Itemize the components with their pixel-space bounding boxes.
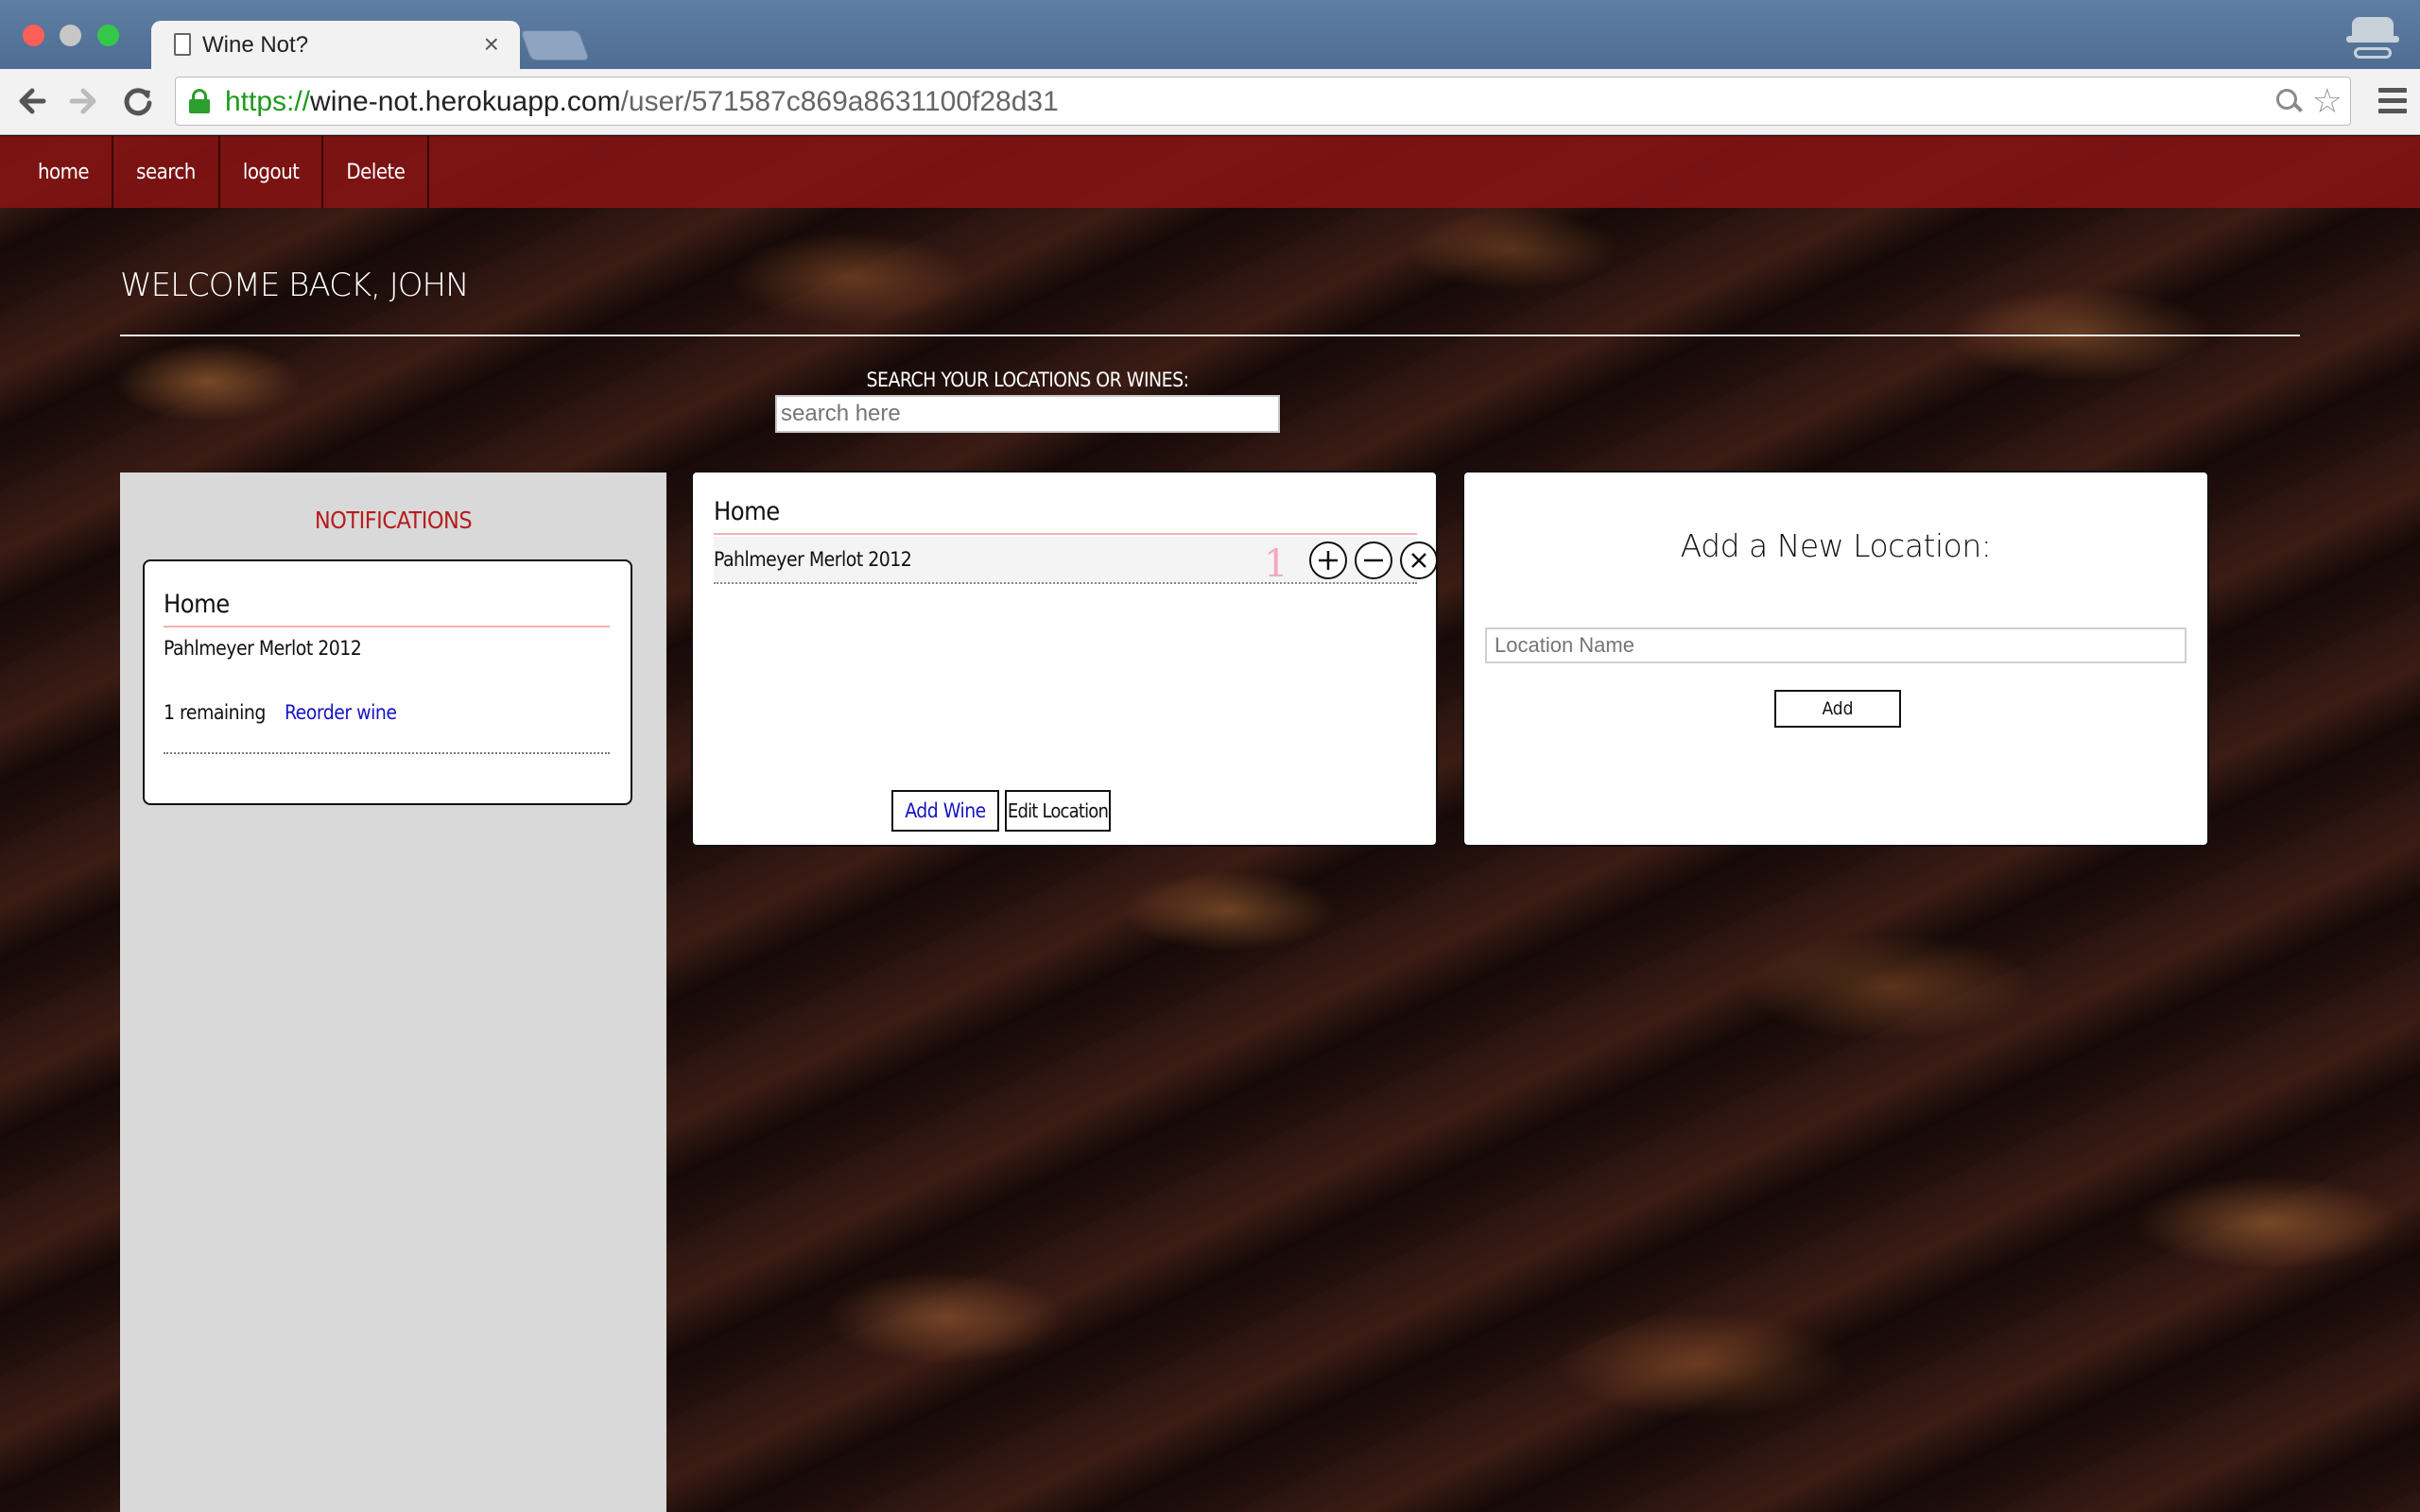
divider (714, 533, 1417, 535)
lock-icon (189, 89, 210, 113)
location-title: Home (714, 497, 780, 526)
new-location-panel: Add a New Location: Add (1462, 471, 2209, 847)
incognito-icon (2346, 17, 2399, 64)
bookmark-star-icon[interactable]: ☆ (2312, 81, 2342, 121)
divider (120, 335, 2300, 336)
document-icon (174, 33, 191, 56)
minus-icon (1364, 558, 1383, 562)
location-panel: Home Pahlmeyer Merlot 2012 1 Add Wine Ed… (691, 471, 1438, 847)
menu-icon[interactable] (2378, 88, 2407, 119)
browser-toolbar: https://wine-not.herokuapp.com/user/5715… (0, 69, 2420, 135)
plus-icon (1319, 551, 1338, 570)
location-name-input[interactable] (1485, 627, 2187, 663)
wine-quantity: 1 (1264, 542, 1288, 586)
divider (164, 626, 610, 627)
edit-location-button[interactable]: Edit Location (1005, 790, 1111, 832)
search-label: SEARCH YOUR LOCATIONS OR WINES: (866, 369, 1189, 391)
browser-titlebar: Wine Not? × (0, 0, 2420, 69)
page-background: home search logout Delete WELCOME BACK, … (0, 136, 2420, 1512)
decrease-quantity-button[interactable] (1355, 541, 1392, 579)
address-bar[interactable]: https://wine-not.herokuapp.com/user/5715… (175, 77, 2351, 126)
zoom-icon[interactable] (2276, 89, 2303, 115)
nav-home[interactable]: home (15, 136, 114, 208)
divider (164, 752, 610, 754)
url-text: https://wine-not.herokuapp.com/user/5715… (225, 86, 1059, 117)
reorder-wine-link[interactable]: Reorder wine (285, 701, 397, 724)
add-wine-button[interactable]: Add Wine (891, 790, 999, 832)
remove-wine-button[interactable] (1400, 541, 1438, 579)
nav-logout[interactable]: logout (220, 136, 324, 208)
site-nav: home search logout Delete (0, 136, 2420, 208)
notification-remaining: 1 remaining (164, 701, 266, 724)
increase-quantity-button[interactable] (1309, 541, 1347, 579)
browser-tab[interactable]: Wine Not? × (151, 21, 520, 69)
close-icon (1411, 553, 1426, 568)
wine-name: Pahlmeyer Merlot 2012 (714, 548, 912, 571)
back-arrow-icon[interactable] (15, 82, 49, 128)
minimize-window-button[interactable] (60, 25, 81, 46)
notifications-panel: NOTIFICATIONS Home Pahlmeyer Merlot 2012… (120, 472, 666, 1512)
nav-delete[interactable]: Delete (323, 136, 430, 208)
notification-location: Home (164, 590, 230, 619)
notifications-title: NOTIFICATIONS (314, 507, 473, 534)
close-window-button[interactable] (23, 25, 44, 46)
search-input[interactable] (775, 395, 1280, 433)
page-title: WELCOME BACK, JOHN (120, 266, 470, 304)
tab-title: Wine Not? (202, 32, 309, 58)
wine-row: Pahlmeyer Merlot 2012 1 (714, 537, 1438, 586)
reload-icon[interactable] (121, 82, 155, 128)
add-location-button[interactable]: Add (1774, 690, 1901, 728)
tab-close-icon[interactable]: × (484, 29, 499, 60)
notification-wine: Pahlmeyer Merlot 2012 (164, 637, 362, 660)
new-location-title: Add a New Location: (1680, 527, 1992, 564)
new-tab-button[interactable] (520, 30, 590, 60)
notification-card: Home Pahlmeyer Merlot 2012 1 remaining R… (143, 559, 632, 805)
maximize-window-button[interactable] (97, 25, 119, 46)
nav-search[interactable]: search (113, 136, 220, 208)
forward-arrow-icon[interactable] (66, 82, 100, 128)
